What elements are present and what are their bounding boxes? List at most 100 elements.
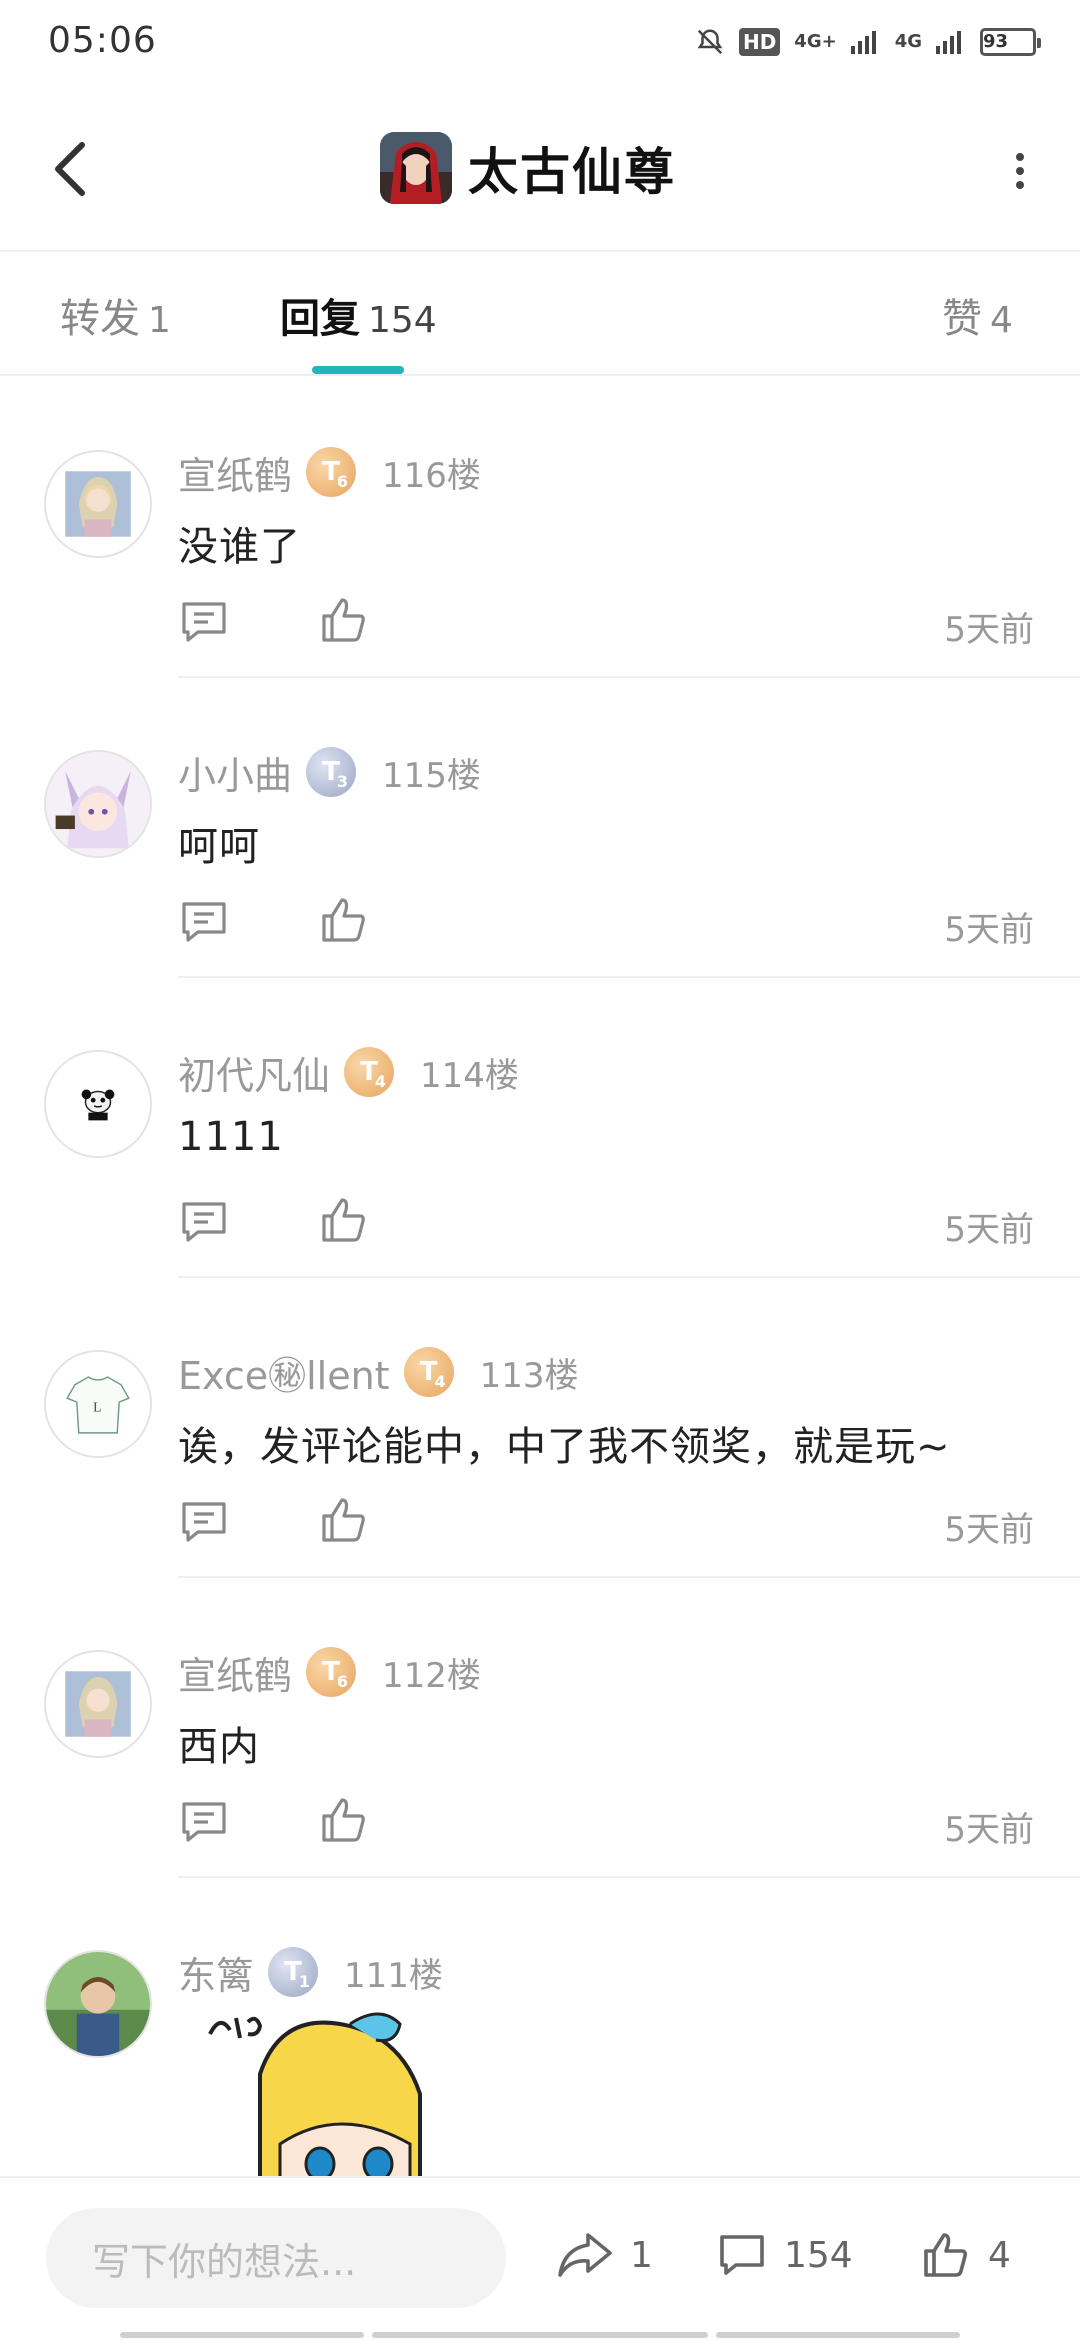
avatar[interactable] bbox=[44, 750, 152, 858]
level-badge: T6 bbox=[306, 447, 357, 497]
avatar[interactable] bbox=[44, 1050, 152, 1158]
sticker-image[interactable] bbox=[200, 1994, 440, 2178]
reply-content: 诶，发评论能中，中了我不领奖，就是玩~ bbox=[178, 1424, 951, 1470]
level-badge: T4 bbox=[403, 1347, 454, 1397]
tab-count: 4 bbox=[990, 300, 1013, 341]
more-vertical-icon bbox=[1016, 153, 1024, 189]
tab-likes[interactable]: 赞 4 bbox=[942, 286, 1013, 344]
username[interactable]: 初代凡仙 bbox=[178, 1045, 330, 1100]
page-title: 太古仙尊 bbox=[468, 143, 676, 201]
reply-meta: 宣纸鹤 T6 116楼 bbox=[178, 446, 481, 498]
comment-icon bbox=[182, 1502, 226, 1542]
tab-replies[interactable]: 回复 154 bbox=[280, 286, 437, 344]
status-time: 05:06 bbox=[48, 20, 157, 61]
comment-icon bbox=[720, 2235, 764, 2275]
comment-icon bbox=[182, 1802, 226, 1842]
gesture-bar-center bbox=[372, 2332, 708, 2338]
floor-number: 116楼 bbox=[382, 455, 481, 496]
reply-actions: 5天前 bbox=[178, 1492, 1038, 1552]
list-item[interactable]: 初代凡仙 T4 114楼 1111 5天前 bbox=[0, 978, 1080, 1278]
reply-like-button[interactable] bbox=[318, 894, 370, 946]
reply-meta: 小小曲 T3 115楼 bbox=[178, 746, 481, 798]
username[interactable]: 宣纸鹤 bbox=[178, 1645, 292, 1700]
username[interactable]: 东篱 bbox=[178, 1945, 254, 2000]
username[interactable]: 宣纸鹤 bbox=[178, 445, 292, 500]
reply-time: 5天前 bbox=[944, 1810, 1034, 1850]
list-item[interactable]: 东篱 T1 111楼 bbox=[0, 1878, 1080, 2178]
reply-like-button[interactable] bbox=[318, 1794, 370, 1846]
thumbs-up-icon bbox=[322, 1498, 365, 1542]
active-tab-indicator bbox=[312, 366, 404, 374]
more-button[interactable] bbox=[1000, 136, 1040, 206]
reply-meta: Exce㊙llent T4 113楼 bbox=[178, 1346, 579, 1398]
list-item[interactable]: 宣纸鹤 T6 112楼 西内 5天前 bbox=[0, 1578, 1080, 1878]
username[interactable]: Exce㊙llent bbox=[178, 1345, 390, 1400]
thumbs-up-icon bbox=[924, 2233, 967, 2277]
back-button[interactable] bbox=[40, 134, 100, 204]
comment-button[interactable]: 154 bbox=[716, 2220, 853, 2290]
reply-list[interactable]: 宣纸鹤 T6 116楼 没谁了 5天前 小小曲 T3 115楼 呵呵 5天前 初… bbox=[0, 378, 1080, 2178]
comment-count: 154 bbox=[784, 2234, 853, 2276]
reply-time: 5天前 bbox=[944, 1210, 1034, 1250]
reply-comment-button[interactable] bbox=[178, 1196, 230, 1248]
thumbs-up-icon bbox=[322, 898, 365, 942]
tab-label: 回复 bbox=[280, 296, 360, 342]
reply-meta: 宣纸鹤 T6 112楼 bbox=[178, 1646, 481, 1698]
title-wrap[interactable]: 太古仙尊 bbox=[380, 130, 676, 206]
network-4g-plus: 4G+ bbox=[794, 31, 837, 52]
reply-time: 5天前 bbox=[944, 1510, 1034, 1550]
status-bar: 05:06 HD 4G+ 4G 93 bbox=[0, 0, 1080, 84]
floor-number: 111楼 bbox=[344, 1955, 443, 1996]
avatar[interactable] bbox=[44, 1650, 152, 1758]
bottom-action-bar: 写下你的想法... 1 154 4 bbox=[0, 2176, 1080, 2340]
list-item[interactable]: L Exce㊙llent T4 113楼 诶，发评论能中，中了我不领奖，就是玩~… bbox=[0, 1278, 1080, 1578]
floor-number: 114楼 bbox=[420, 1055, 519, 1096]
tab-repost[interactable]: 转发 1 bbox=[60, 286, 171, 344]
list-item[interactable]: 小小曲 T3 115楼 呵呵 5天前 bbox=[0, 678, 1080, 978]
username[interactable]: 小小曲 bbox=[178, 745, 292, 800]
comment-icon bbox=[182, 902, 226, 942]
tab-count: 1 bbox=[148, 300, 171, 341]
reply-content: 西内 bbox=[178, 1724, 260, 1770]
reply-comment-button[interactable] bbox=[178, 1796, 230, 1848]
reply-comment-button[interactable] bbox=[178, 596, 230, 648]
floor-number: 115楼 bbox=[382, 755, 481, 796]
reply-like-button[interactable] bbox=[318, 1194, 370, 1246]
reply-tabs: 转发 1 回复 154 赞 4 bbox=[0, 252, 1080, 376]
reply-actions: 5天前 bbox=[178, 892, 1038, 952]
reply-comment-button[interactable] bbox=[178, 896, 230, 948]
share-button[interactable]: 1 bbox=[556, 2220, 653, 2290]
avatar[interactable] bbox=[44, 450, 152, 558]
tab-label: 转发 bbox=[60, 296, 140, 342]
level-badge: T6 bbox=[306, 1647, 357, 1697]
thumbs-up-icon bbox=[322, 1798, 365, 1842]
reply-meta: 东篱 T1 111楼 bbox=[178, 1946, 443, 1998]
like-button[interactable]: 4 bbox=[920, 2220, 1011, 2290]
reply-like-button[interactable] bbox=[318, 1494, 370, 1546]
list-item[interactable]: 宣纸鹤 T6 116楼 没谁了 5天前 bbox=[0, 378, 1080, 678]
hd-badge: HD bbox=[738, 28, 781, 56]
mute-bell-icon bbox=[695, 27, 725, 57]
gesture-bar-right bbox=[716, 2332, 960, 2338]
reply-meta: 初代凡仙 T4 114楼 bbox=[178, 1046, 519, 1098]
network-4g: 4G bbox=[894, 31, 922, 52]
top-app-bar: 太古仙尊 bbox=[0, 84, 1080, 252]
level-badge: T3 bbox=[306, 747, 357, 797]
level-badge: T4 bbox=[344, 1047, 395, 1097]
tab-count: 154 bbox=[368, 300, 437, 341]
share-count: 1 bbox=[630, 2234, 653, 2276]
chevron-left-icon bbox=[55, 142, 85, 196]
reply-input[interactable]: 写下你的想法... bbox=[46, 2208, 506, 2308]
reply-actions: 5天前 bbox=[178, 1792, 1038, 1852]
thumbs-up-icon bbox=[322, 1198, 365, 1242]
floor-number: 113楼 bbox=[479, 1355, 579, 1396]
signal-icon-2 bbox=[936, 30, 966, 54]
reply-content: 1111 bbox=[178, 1114, 284, 1160]
avatar[interactable] bbox=[44, 1950, 152, 2058]
avatar[interactable]: L bbox=[44, 1350, 152, 1458]
battery-icon: 93 bbox=[980, 28, 1041, 56]
like-count: 4 bbox=[988, 2234, 1011, 2276]
reply-comment-button[interactable] bbox=[178, 1496, 230, 1548]
reply-time: 5天前 bbox=[944, 910, 1034, 950]
reply-like-button[interactable] bbox=[318, 594, 370, 646]
